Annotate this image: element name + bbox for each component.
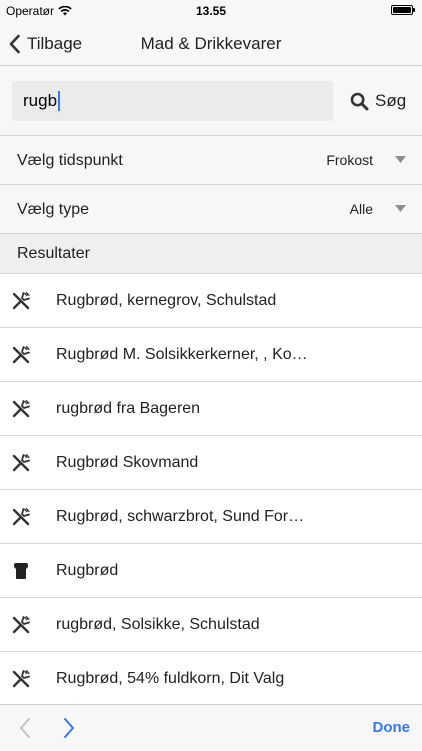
list-item[interactable]: rugbrød, Solsikke, Schulstad — [0, 598, 422, 652]
list-item-label: Rugbrød Skovmand — [56, 454, 199, 471]
list-item-label: Rugbrød M. Solsikkerkerner, , Ko… — [56, 346, 308, 363]
list-item-label: rugbrød fra Bageren — [56, 400, 201, 417]
fork-knife-icon — [12, 670, 30, 688]
list-item[interactable]: Rugbrød — [0, 544, 422, 598]
list-item-label: Rugbrød, kernegrov, Schulstad — [56, 292, 277, 309]
search-input-value: rugb — [23, 91, 58, 110]
search-button[interactable]: Søg — [350, 81, 406, 121]
status-time: 13.55 — [195, 4, 227, 18]
list-item-label: Rugbrød, schwarzbrot, Sund For… — [56, 508, 305, 525]
chevron-left-icon — [9, 34, 20, 54]
chevron-left-icon[interactable] — [18, 717, 32, 739]
time-picker-value: Frokost — [326, 152, 373, 168]
battery-icon — [391, 5, 415, 15]
list-item[interactable]: Rugbrød, kernegrov, Schulstad — [0, 274, 422, 328]
fork-knife-icon — [12, 508, 30, 526]
results-section-header: Resultater — [0, 234, 422, 274]
list-item-label: Rugbrød — [56, 562, 119, 579]
navigation-bar: Mad & Drikkevarer Tilbage — [0, 22, 422, 66]
list-item-label: Rugbrød, 54% fuldkorn, Dit Valg — [56, 670, 285, 687]
fork-knife-icon — [12, 292, 30, 310]
chef-hat-icon — [14, 563, 28, 579]
chevron-right-icon[interactable] — [62, 717, 76, 739]
keyboard-toolbar: Done — [0, 704, 422, 750]
search-icon — [350, 92, 369, 110]
results-list: Rugbrød, kernegrov, Schulstad Rugbrød M.… — [0, 274, 422, 706]
time-picker[interactable]: Vælg tidspunkt Frokost — [0, 136, 422, 185]
time-picker-label: Vælg tidspunkt — [17, 152, 123, 169]
type-picker-label: Vælg type — [17, 201, 90, 218]
fork-knife-icon — [12, 454, 30, 472]
results-header-label: Resultater — [17, 245, 90, 262]
list-item[interactable]: Rugbrød Skovmand — [0, 436, 422, 490]
list-item[interactable]: Rugbrød M. Solsikkerkerner, , Ko… — [0, 328, 422, 382]
list-item[interactable]: Rugbrød, 54% fuldkorn, Dit Valg — [0, 652, 422, 706]
fork-knife-icon — [12, 346, 30, 364]
back-button[interactable]: Tilbage — [8, 22, 82, 66]
type-picker-value: Alle — [349, 201, 373, 217]
done-button[interactable]: Done — [373, 705, 411, 751]
fork-knife-icon — [12, 400, 30, 418]
list-item[interactable]: Rugbrød, schwarzbrot, Sund For… — [0, 490, 422, 544]
chevron-down-icon — [395, 156, 406, 163]
list-item[interactable]: rugbrød fra Bageren — [0, 382, 422, 436]
chevron-down-icon — [395, 205, 406, 212]
search-button-label: Søg — [375, 91, 407, 110]
search-bar: rugb Søg — [0, 66, 422, 136]
fork-knife-icon — [12, 616, 30, 634]
back-button-label: Tilbage — [27, 34, 83, 53]
type-picker[interactable]: Vælg type Alle — [0, 185, 422, 234]
list-item-label: rugbrød, Solsikke, Schulstad — [56, 616, 260, 633]
status-bar: Operatør 13.55 — [0, 0, 422, 22]
text-cursor — [58, 91, 61, 111]
search-input[interactable]: rugb — [12, 81, 333, 121]
